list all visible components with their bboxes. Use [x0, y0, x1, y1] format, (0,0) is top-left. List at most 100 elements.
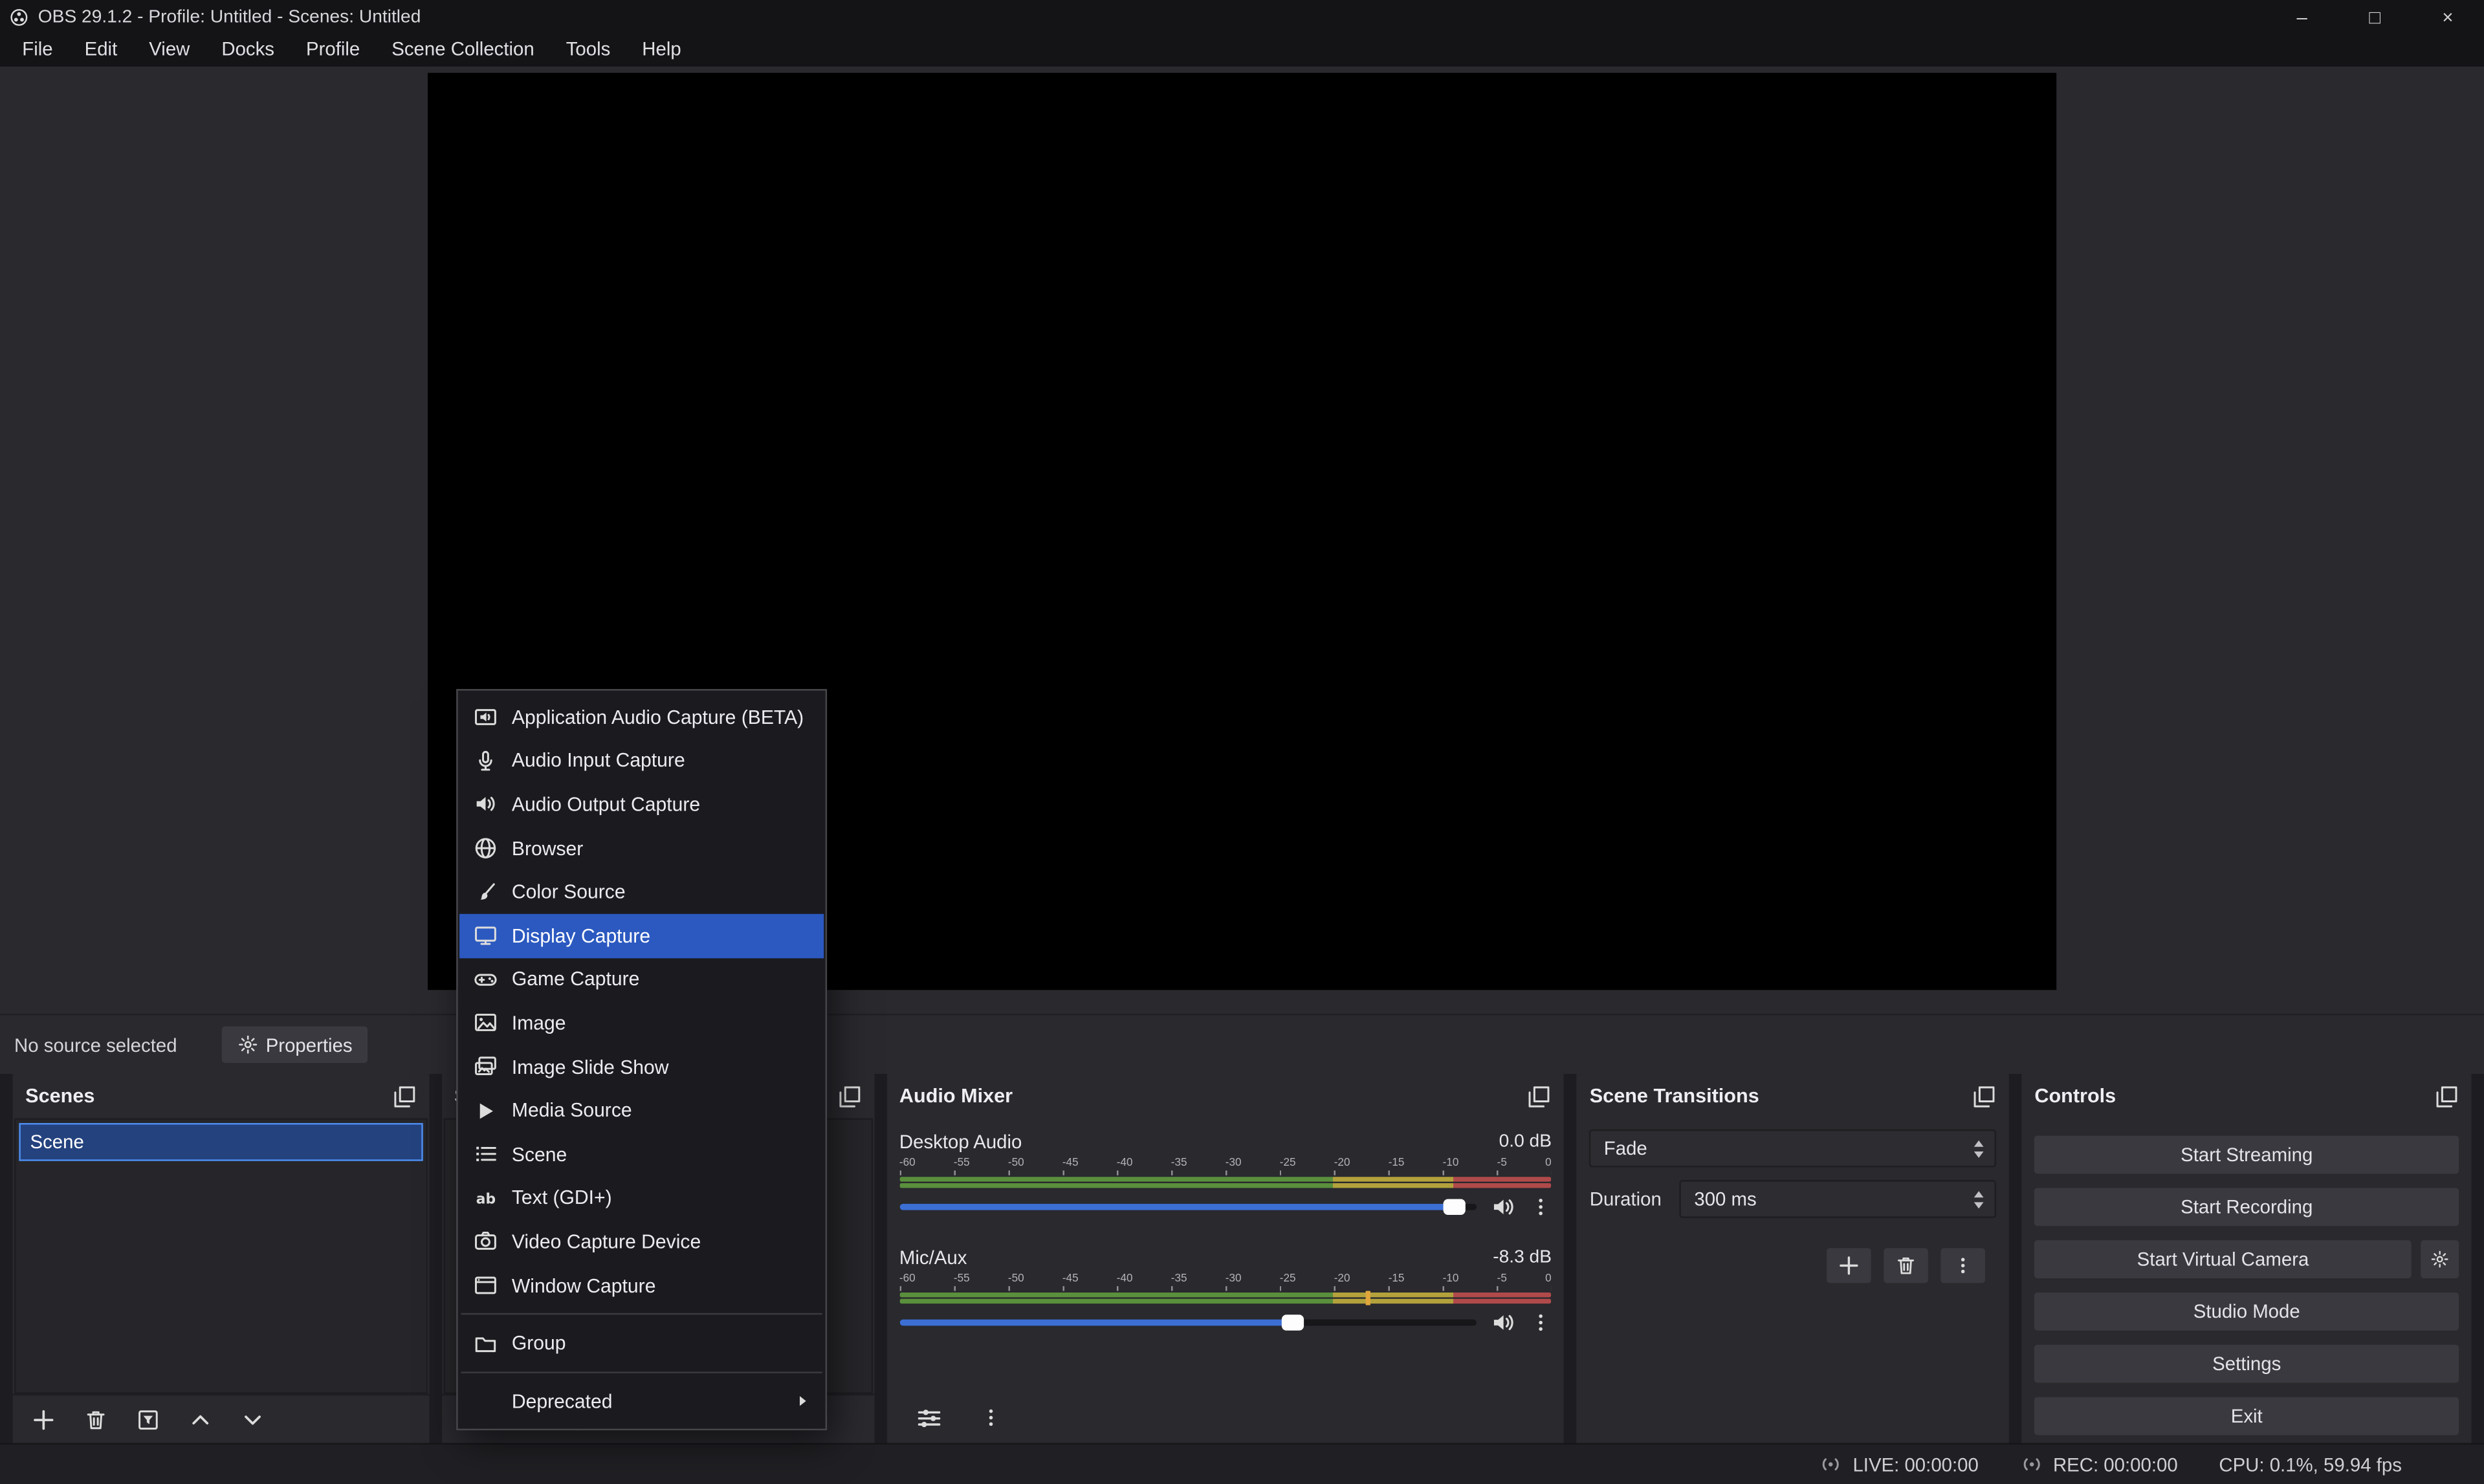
microphone-icon: [474, 749, 498, 773]
rec-time: REC: 00:00:00: [2053, 1453, 2178, 1475]
close-button[interactable]: ×: [2412, 0, 2484, 33]
gamepad-icon: [474, 968, 498, 992]
menu-item-video-capture-device[interactable]: Video Capture Device: [459, 1220, 824, 1264]
popout-icon[interactable]: [837, 1084, 861, 1108]
channel-name: Desktop Audio: [899, 1131, 1022, 1153]
paintbrush-icon: [474, 880, 498, 904]
properties-label: Properties: [266, 1034, 353, 1056]
audio-mixer-header: Audio Mixer: [886, 1074, 1564, 1118]
virtual-camera-config-button[interactable]: [2419, 1239, 2461, 1280]
menu-item-game-capture[interactable]: Game Capture: [459, 957, 824, 1001]
menu-docks[interactable]: Docks: [206, 33, 291, 66]
start-streaming-button[interactable]: Start Streaming: [2033, 1134, 2461, 1175]
menu-scene-collection[interactable]: Scene Collection: [376, 33, 550, 66]
menu-item-display-capture[interactable]: Display Capture: [459, 914, 824, 958]
menu-item-window-capture[interactable]: Window Capture: [459, 1263, 824, 1307]
duration-spinbox[interactable]: 300 ms: [1680, 1180, 1996, 1218]
transition-options-kebab-button[interactable]: [1939, 1247, 1986, 1285]
scene-list-item[interactable]: Scene: [19, 1123, 423, 1161]
menu-item-media-source[interactable]: Media Source: [459, 1089, 824, 1133]
volume-slider-handle[interactable]: [1281, 1315, 1303, 1330]
cpu-fps-stats: CPU: 0.1%, 59.94 fps: [2219, 1453, 2402, 1475]
mute-speaker-icon[interactable]: [1491, 1310, 1517, 1335]
menu-item-text-gdi[interactable]: ab Text (GDI+): [459, 1176, 824, 1220]
move-scene-down-icon[interactable]: [241, 1407, 265, 1431]
properties-button[interactable]: Properties: [220, 1025, 370, 1064]
channel-name: Mic/Aux: [899, 1247, 967, 1269]
scenes-panel: Scenes Scene: [13, 1074, 430, 1443]
no-source-label: No source selected: [14, 1034, 177, 1056]
scene-list-icon: [474, 1142, 498, 1166]
menu-item-audio-output-capture[interactable]: Audio Output Capture: [459, 783, 824, 827]
svg-text:ab: ab: [476, 1191, 496, 1207]
add-source-menu: Application Audio Capture (BETA) Audio I…: [456, 689, 827, 1430]
slideshow-icon: [474, 1055, 498, 1079]
scene-item-label: Scene: [30, 1131, 84, 1153]
menu-icon-spacer: [474, 1390, 498, 1413]
popout-icon[interactable]: [1973, 1084, 1997, 1108]
rec-status: REC: 00:00:00: [2020, 1452, 2178, 1476]
menu-item-scene[interactable]: Scene: [459, 1133, 824, 1177]
channel-db-value: -8.3 dB: [1493, 1248, 1552, 1267]
channel-options-kebab-icon[interactable]: [1531, 1310, 1552, 1335]
menu-item-application-audio-capture[interactable]: Application Audio Capture (BETA): [459, 695, 824, 739]
exit-button[interactable]: Exit: [2033, 1395, 2461, 1437]
mute-speaker-icon[interactable]: [1491, 1194, 1517, 1219]
start-virtual-camera-button[interactable]: Start Virtual Camera: [2033, 1239, 2413, 1280]
menu-item-group[interactable]: Group: [459, 1322, 824, 1366]
live-time: LIVE: 00:00:00: [1852, 1453, 1978, 1475]
controls-title: Controls: [2034, 1085, 2116, 1107]
add-transition-button[interactable]: [1825, 1247, 1873, 1285]
move-scene-up-icon[interactable]: [188, 1407, 212, 1431]
maximize-button[interactable]: □: [2338, 0, 2412, 33]
studio-mode-button[interactable]: Studio Mode: [2033, 1291, 2461, 1333]
settings-button[interactable]: Settings: [2033, 1343, 2461, 1384]
meter-ticks: [899, 1170, 1552, 1175]
menu-item-browser[interactable]: Browser: [459, 827, 824, 871]
meter-ticks: [899, 1286, 1552, 1291]
menu-tools[interactable]: Tools: [550, 33, 626, 66]
menu-item-deprecated[interactable]: Deprecated: [459, 1379, 824, 1423]
spinbox-arrows-icon[interactable]: [1963, 1190, 1995, 1208]
menu-item-image-slide-show[interactable]: Image Slide Show: [459, 1045, 824, 1089]
monitor-icon: [474, 924, 498, 948]
menu-bar: File Edit View Docks Profile Scene Colle…: [0, 33, 2484, 66]
menu-help[interactable]: Help: [626, 33, 697, 66]
menu-file[interactable]: File: [6, 33, 69, 66]
play-icon: [474, 1098, 498, 1122]
title-bar: OBS 29.1.2 - Profile: Untitled - Scenes:…: [0, 0, 2484, 33]
menu-view[interactable]: View: [133, 33, 206, 66]
popout-icon[interactable]: [393, 1084, 417, 1108]
audio-mixer-title: Audio Mixer: [899, 1085, 1013, 1107]
volume-meter: [899, 1293, 1552, 1304]
add-scene-icon[interactable]: [32, 1407, 56, 1431]
obs-logo-icon: [10, 7, 28, 26]
scene-transitions-title: Scene Transitions: [1590, 1085, 1759, 1107]
scene-transitions-header: Scene Transitions: [1577, 1074, 2009, 1118]
menu-item-color-source[interactable]: Color Source: [459, 870, 824, 914]
scene-filters-icon[interactable]: [137, 1407, 160, 1431]
mixer-channel-mic-aux: Mic/Aux -8.3 dB -60-55-50-45-40-35-30-25…: [899, 1243, 1552, 1334]
menu-edit[interactable]: Edit: [69, 33, 133, 66]
volume-slider[interactable]: [899, 1204, 1477, 1210]
menu-item-audio-input-capture[interactable]: Audio Input Capture: [459, 739, 824, 783]
popout-icon[interactable]: [1528, 1084, 1552, 1108]
start-recording-button[interactable]: Start Recording: [2033, 1186, 2461, 1228]
remove-scene-icon[interactable]: [84, 1407, 108, 1431]
advanced-audio-icon[interactable]: [915, 1404, 942, 1432]
scenes-list[interactable]: Scene: [14, 1118, 428, 1394]
mixer-options-kebab-icon[interactable]: [980, 1405, 1001, 1430]
transition-select[interactable]: Fade: [1590, 1129, 1997, 1168]
broadcast-icon: [1819, 1452, 1843, 1476]
minimize-button[interactable]: –: [2265, 0, 2338, 33]
controls-header: Controls: [2022, 1074, 2472, 1118]
volume-slider-handle[interactable]: [1443, 1199, 1465, 1215]
popout-icon[interactable]: [2435, 1084, 2459, 1108]
menu-profile[interactable]: Profile: [290, 33, 375, 66]
select-arrows-icon[interactable]: [1963, 1140, 1995, 1157]
meter-scale: -60-55-50-45-40-35-30-25-20-15-10-50: [899, 1156, 1552, 1170]
volume-slider[interactable]: [899, 1320, 1477, 1326]
channel-options-kebab-icon[interactable]: [1531, 1194, 1552, 1219]
remove-transition-button[interactable]: [1882, 1247, 1929, 1285]
menu-item-image[interactable]: Image: [459, 1001, 824, 1045]
